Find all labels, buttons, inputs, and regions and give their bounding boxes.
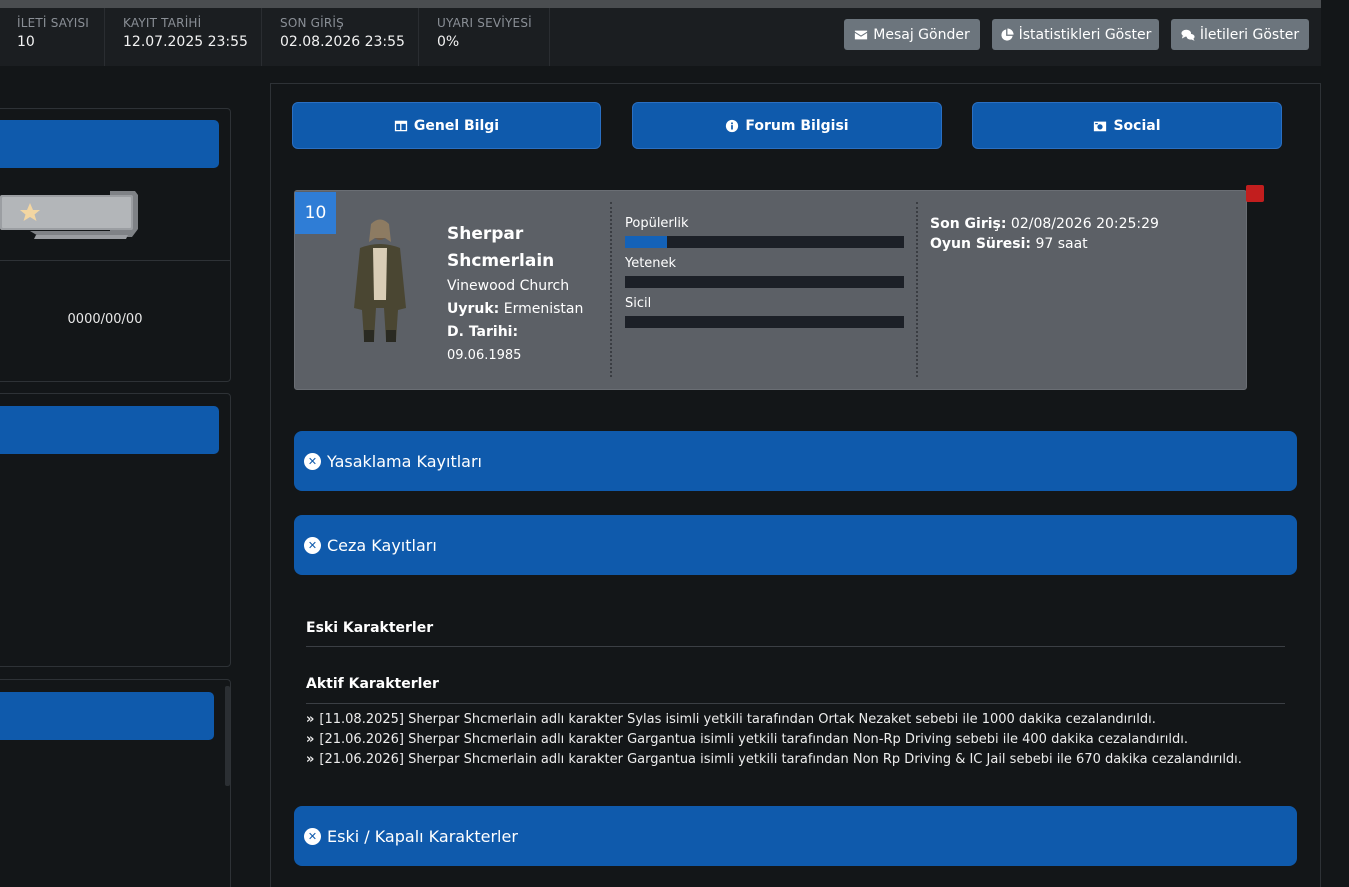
- double-chevron-right-icon: »: [306, 712, 315, 727]
- stat-post-count: İLETİ SAYISI 10: [0, 8, 105, 66]
- close-circle-icon: ✕: [304, 536, 321, 554]
- penalty-records-accordion[interactable]: ✕ Ceza Kayıtları: [294, 515, 1297, 575]
- tab-forum-label: Forum Bilgisi: [745, 117, 849, 134]
- character-avatar: [340, 218, 420, 344]
- nationality-label: Uyruk:: [447, 301, 500, 317]
- left-card-header: [0, 120, 219, 168]
- last-login-value: 02/08/2026 20:25:29: [1010, 216, 1159, 232]
- level-badge: 10: [295, 192, 336, 234]
- ban-records-accordion[interactable]: ✕ Yasaklama Kayıtları: [294, 431, 1297, 491]
- playtime-row: Oyun Süresi: 97 saat: [930, 236, 1088, 252]
- close-circle-icon: ✕: [304, 827, 321, 845]
- skill-bar: [625, 276, 904, 288]
- character-last-name: Shcmerlain: [447, 251, 555, 271]
- stat-register-date: KAYIT TARİHİ 12.07.2025 23:55: [105, 8, 262, 66]
- stat-value: 10: [17, 34, 35, 50]
- envelope-icon: [855, 30, 868, 39]
- left-extra-header: [0, 692, 214, 740]
- nationality-value: Ermenistan: [503, 301, 584, 317]
- log-text: [21.06.2026] Sherpar Shcmerlain adlı kar…: [319, 732, 1189, 747]
- log-text: [11.08.2025] Sherpar Shcmerlain adlı kar…: [319, 712, 1156, 727]
- stat-label: KAYIT TARİHİ: [123, 16, 202, 30]
- double-chevron-right-icon: »: [306, 752, 315, 767]
- stat-value: 02.08.2026 23:55: [280, 34, 405, 50]
- double-chevron-right-icon: »: [306, 732, 315, 747]
- rank-badge: [0, 191, 140, 241]
- last-login-label: Son Giriş:: [930, 216, 1007, 232]
- send-message-label: Mesaj Gönder: [873, 26, 970, 43]
- old-characters-label: Eski / Kapalı Karakterler: [327, 826, 518, 846]
- card-separator: [610, 202, 612, 377]
- birth-label: D. Tarihi:: [447, 324, 519, 340]
- playtime-value: 97 saat: [1035, 236, 1088, 252]
- stat-value: 0%: [437, 34, 460, 50]
- stat-value: 12.07.2025 23:55: [123, 34, 248, 50]
- card-separator: [916, 202, 918, 377]
- status-indicator: [1246, 185, 1264, 202]
- active-characters-title: Aktif Karakterler: [306, 676, 439, 692]
- section-divider: [306, 703, 1285, 704]
- divider: [0, 260, 231, 261]
- log-line: » [21.06.2026] Sherpar Shcmerlain adlı k…: [306, 752, 1242, 767]
- sidebar-date: 0000/00/00: [67, 312, 143, 327]
- bar-label-skill: Yetenek: [625, 256, 677, 271]
- penalty-records-label: Ceza Kayıtları: [327, 535, 437, 555]
- tab-general-label: Genel Bilgi: [413, 117, 500, 134]
- nationality-row: Uyruk: Ermenistan: [447, 301, 583, 317]
- info-icon: [726, 119, 739, 132]
- left-info-header: [0, 406, 219, 454]
- popularity-bar-fill: [625, 236, 667, 248]
- birth-value: 09.06.1985: [447, 348, 522, 363]
- stat-last-login: SON GİRİŞ 02.08.2026 23:55: [262, 8, 419, 66]
- show-posts-label: İletileri Göster: [1199, 26, 1300, 43]
- tab-social-label: Social: [1113, 117, 1161, 134]
- comments-icon: [1181, 29, 1195, 41]
- character-location: Vinewood Church: [447, 278, 570, 294]
- old-characters-title: Eski Karakterler: [306, 620, 434, 636]
- character-first-name: Sherpar: [447, 224, 524, 244]
- popularity-bar: [625, 236, 904, 248]
- last-login-row: Son Giriş: 02/08/2026 20:25:29: [930, 216, 1159, 232]
- pie-chart-icon: [1000, 27, 1014, 41]
- show-stats-button[interactable]: İstatistikleri Göster: [992, 19, 1159, 50]
- show-posts-button[interactable]: İletileri Göster: [1171, 19, 1309, 50]
- bar-label-popularity: Popülerlik: [625, 216, 689, 231]
- profile-stats-bar: İLETİ SAYISI 10 KAYIT TARİHİ 12.07.2025 …: [0, 8, 1321, 66]
- scrollbar-thumb[interactable]: [225, 686, 230, 786]
- bar-label-record: Sicil: [625, 296, 652, 311]
- tab-forum-info[interactable]: Forum Bilgisi: [632, 102, 942, 149]
- log-text: [21.06.2026] Sherpar Shcmerlain adlı kar…: [319, 752, 1242, 767]
- log-line: » [11.08.2025] Sherpar Shcmerlain adlı k…: [306, 712, 1156, 727]
- record-bar: [625, 316, 904, 328]
- tab-general-info[interactable]: Genel Bilgi: [292, 102, 601, 149]
- stat-label: İLETİ SAYISI: [17, 16, 90, 30]
- camera-icon: [1094, 121, 1107, 131]
- stat-label: UYARI SEVİYESİ: [437, 16, 532, 30]
- stat-warning-level: UYARI SEVİYESİ 0%: [419, 8, 550, 66]
- window-icon: [394, 120, 408, 131]
- close-circle-icon: ✕: [304, 452, 321, 470]
- old-characters-accordion[interactable]: ✕ Eski / Kapalı Karakterler: [294, 806, 1297, 866]
- tab-social[interactable]: Social: [972, 102, 1282, 149]
- send-message-button[interactable]: Mesaj Gönder: [844, 19, 980, 50]
- top-strip: [0, 0, 1321, 8]
- playtime-label: Oyun Süresi:: [930, 236, 1032, 252]
- stat-label: SON GİRİŞ: [280, 16, 344, 30]
- ban-records-label: Yasaklama Kayıtları: [327, 451, 482, 471]
- rank-badge-graphic: [0, 191, 138, 239]
- section-divider: [306, 646, 1285, 647]
- character-skin-graphic: [354, 219, 406, 342]
- show-stats-label: İstatistikleri Göster: [1018, 26, 1152, 43]
- log-line: » [21.06.2026] Sherpar Shcmerlain adlı k…: [306, 732, 1188, 747]
